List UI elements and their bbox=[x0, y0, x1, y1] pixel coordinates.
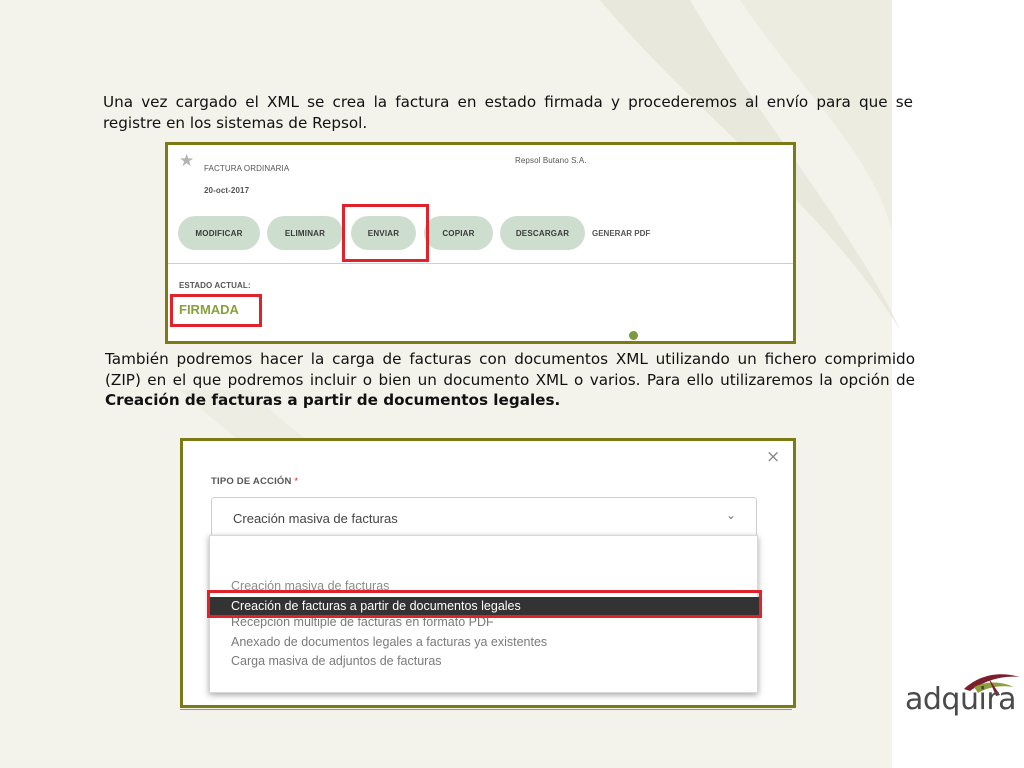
invoice-type: FACTURA ORDINARIA bbox=[204, 164, 290, 173]
option-carga-adjuntos[interactable]: Carga masiva de adjuntos de facturas bbox=[231, 652, 761, 671]
action-type-select[interactable]: Creación masiva de facturas ⌄ bbox=[211, 497, 757, 537]
zip-paragraph-text: También podremos hacer la carga de factu… bbox=[105, 350, 915, 389]
modificar-button[interactable]: MODIFICAR bbox=[178, 216, 260, 250]
close-icon[interactable]: × bbox=[766, 447, 780, 467]
descargar-button[interactable]: DESCARGAR bbox=[500, 216, 585, 250]
adquira-logo-text: adquira bbox=[905, 682, 1017, 717]
status-label: ESTADO ACTUAL: bbox=[179, 281, 251, 290]
copiar-button[interactable]: COPIAR bbox=[424, 216, 493, 250]
eliminar-button[interactable]: ELIMINAR bbox=[267, 216, 343, 250]
invoice-screenshot: ★ FACTURA ORDINARIA 20-oct-2017 Repsol B… bbox=[165, 142, 796, 344]
action-type-label-text: TIPO DE ACCIÓN bbox=[211, 476, 292, 487]
option-anexado-documentos[interactable]: Anexado de documentos legales a facturas… bbox=[231, 633, 761, 652]
generar-pdf-link[interactable]: GENERAR PDF bbox=[592, 229, 650, 238]
company-name: Repsol Butano S.A. bbox=[515, 156, 587, 165]
firmada-highlight-box bbox=[170, 294, 262, 327]
required-mark: * bbox=[294, 476, 299, 487]
action-dialog-screenshot: × TIPO DE ACCIÓN * Creación masiva de fa… bbox=[180, 438, 796, 708]
pager-dot bbox=[629, 331, 638, 340]
option-highlight-box bbox=[207, 590, 762, 618]
zip-paragraph-bold: Creación de facturas a partir de documen… bbox=[105, 391, 561, 409]
invoice-date: 20-oct-2017 bbox=[204, 186, 250, 195]
intro-paragraph: Una vez cargado el XML se crea la factur… bbox=[103, 93, 913, 132]
star-icon[interactable]: ★ bbox=[179, 151, 194, 171]
zip-paragraph: También podremos hacer la carga de factu… bbox=[105, 349, 915, 411]
select-value: Creación masiva de facturas bbox=[233, 511, 398, 526]
divider bbox=[168, 263, 793, 264]
action-type-label: TIPO DE ACCIÓN * bbox=[211, 476, 298, 487]
dialog-underline bbox=[180, 709, 792, 710]
chevron-down-icon[interactable]: ⌄ bbox=[726, 508, 736, 522]
enviar-highlight-box bbox=[342, 204, 429, 262]
